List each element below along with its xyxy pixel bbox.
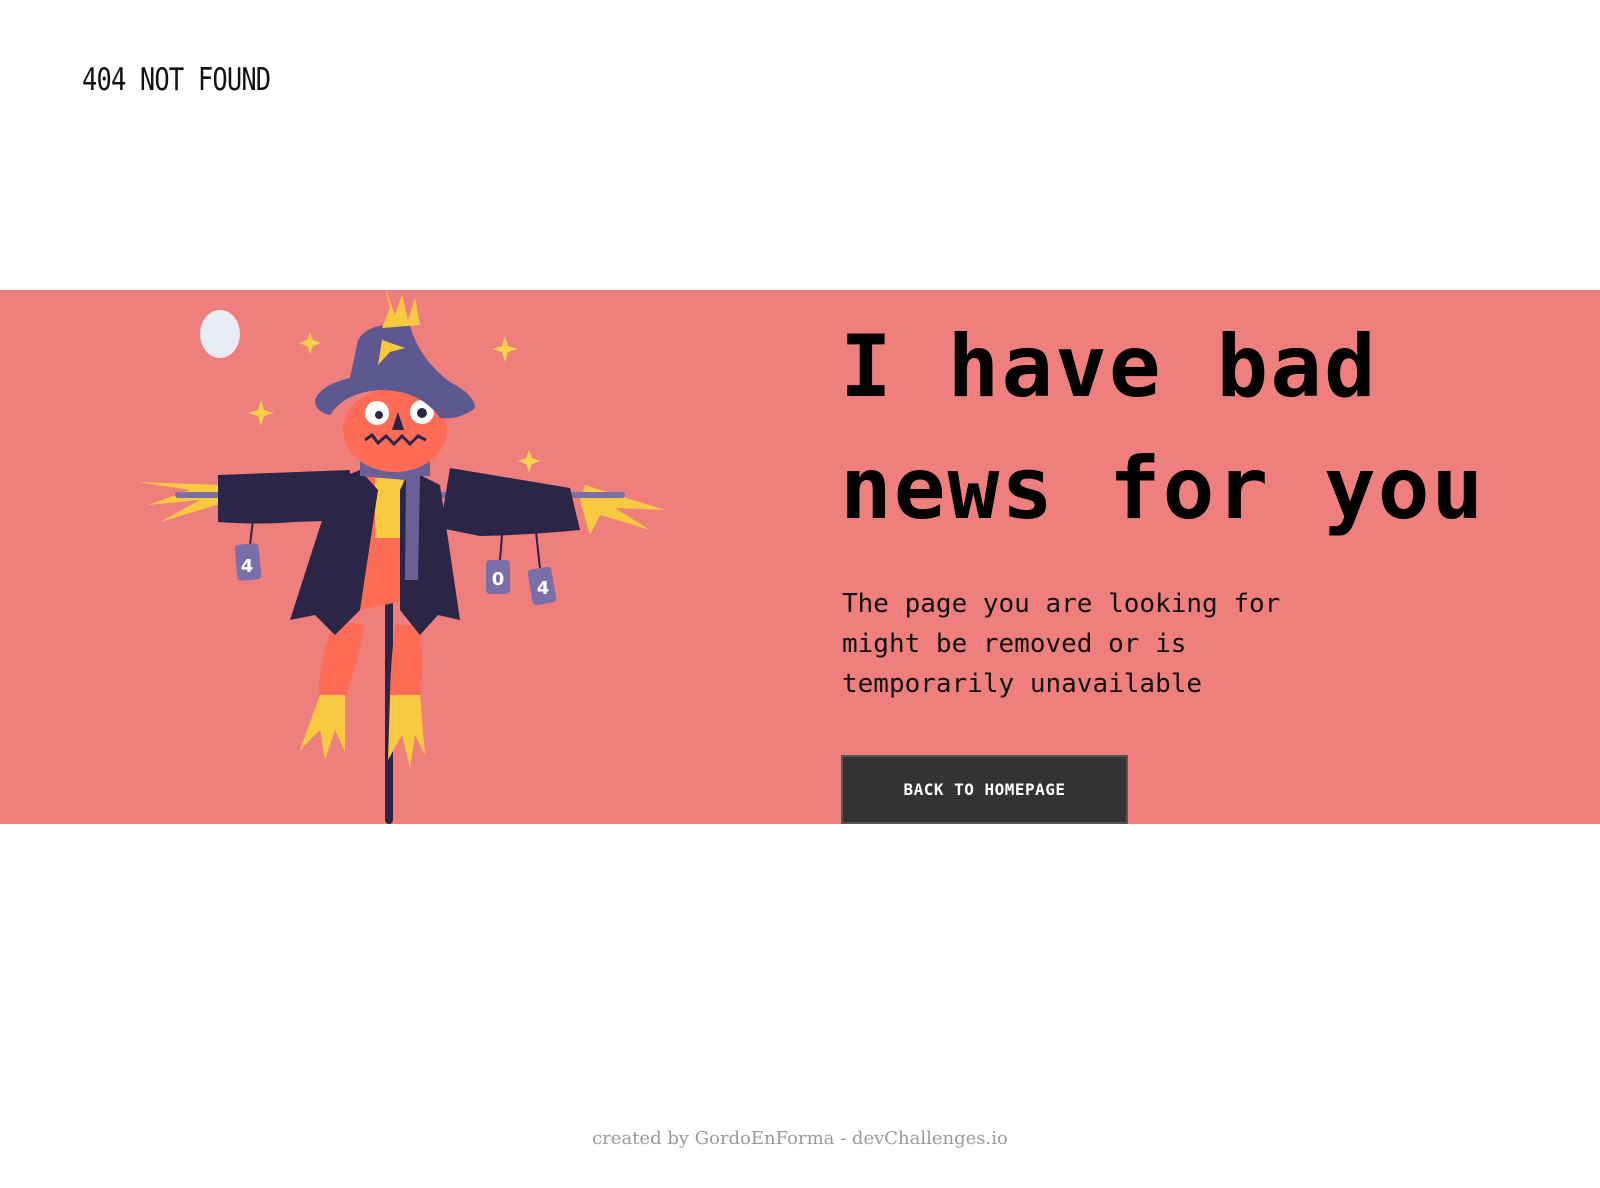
scarf-yellow — [375, 478, 403, 538]
page: 404 NOT FOUND 4 0 4 I have bad news for … — [0, 0, 1600, 1188]
right-leg — [390, 625, 423, 700]
headline-line-2: news for you — [840, 439, 1486, 539]
page-title: I have bad news for you — [840, 306, 1485, 550]
can-label-1: 4 — [241, 556, 254, 577]
right-sleeve — [440, 468, 580, 536]
scarecrow-illustration: 4 0 4 — [138, 290, 665, 824]
footer-credit: created by GordoEnForma - devChallenges.… — [592, 1128, 1008, 1149]
can-label-3: 4 — [537, 578, 550, 599]
moon-shape — [200, 310, 240, 358]
left-leg — [319, 620, 365, 700]
hay-feet — [300, 695, 425, 768]
can-label-2: 0 — [492, 569, 505, 590]
headline-line-1: I have bad — [840, 317, 1378, 417]
site-logo[interactable]: 404 NOT FOUND — [82, 62, 271, 98]
back-to-homepage-button[interactable]: BACK TO HOMEPAGE — [841, 755, 1128, 824]
error-message: The page you are looking for might be re… — [842, 589, 1281, 699]
hat-hay — [382, 290, 420, 328]
